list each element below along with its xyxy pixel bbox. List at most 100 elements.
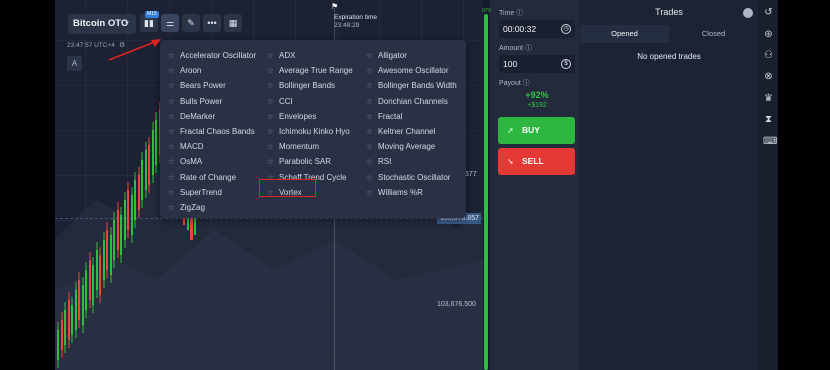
indicator-item[interactable]: ☆ ZigZag [168, 200, 256, 215]
indicator-item[interactable]: ☆ Aroon [168, 63, 256, 78]
star-icon[interactable]: ☆ [267, 66, 275, 75]
star-icon[interactable]: ☆ [366, 97, 374, 106]
keyboard-icon[interactable]: ⌨ [763, 136, 777, 147]
star-icon[interactable]: ☆ [168, 157, 176, 166]
red-arrow-annotation [108, 39, 161, 61]
indicator-item[interactable]: ☆ Parabolic SAR [267, 154, 353, 169]
star-icon[interactable]: ☆ [366, 142, 374, 151]
indicator-label: OsMA [180, 157, 203, 167]
indicator-item[interactable]: ☆ MACD [168, 139, 256, 154]
indicator-item[interactable]: ☆ Alligator [366, 48, 457, 63]
candle-body [137, 175, 140, 210]
indicator-item[interactable]: ☆ SuperTrend [168, 185, 256, 200]
indicator-label: SuperTrend [180, 187, 222, 197]
star-icon[interactable]: ☆ [267, 157, 275, 166]
dollar-icon[interactable]: $ [561, 59, 571, 69]
clock-icon[interactable]: ◷ [561, 24, 571, 34]
asset-selector[interactable]: Bitcoin OTC ▼ [68, 14, 136, 34]
more-button[interactable]: ••• [203, 14, 221, 32]
star-icon[interactable]: ☆ [267, 97, 275, 106]
indicator-item[interactable]: ☆ Accelerator Oscillator [168, 48, 256, 63]
amount-input[interactable]: 100 $ [499, 55, 575, 73]
hourglass-icon[interactable]: ⧗ [763, 114, 774, 125]
indicator-item[interactable]: ☆ CCI [267, 94, 353, 109]
time-input[interactable]: 00:00:32 ◷ [499, 20, 575, 38]
sell-button[interactable]: ➘ SELL [498, 148, 575, 175]
indicator-item[interactable]: ☆ OsMA [168, 154, 256, 169]
star-icon[interactable]: ☆ [366, 112, 374, 121]
indicator-item[interactable]: ☆ Fractal [366, 109, 457, 124]
indicator-item[interactable]: ☆ Bollinger Bands Width [366, 78, 457, 93]
price-chart[interactable]: 103,678.857 103,676.500 677 Bitcoin OTC … [55, 0, 483, 370]
indicator-item[interactable]: ☆ Bulls Power [168, 94, 256, 109]
indicator-item[interactable]: ☆ Rate of Change [168, 170, 256, 185]
star-icon[interactable]: ☆ [168, 173, 176, 182]
layout-button[interactable]: ▦ [224, 14, 242, 32]
star-icon[interactable]: ☆ [168, 97, 176, 106]
candle [144, 142, 147, 198]
payout-display: +92% +$192 [499, 89, 575, 113]
indicator-item[interactable]: ☆ Momentum [267, 139, 353, 154]
star-icon[interactable]: ☆ [168, 81, 176, 90]
indicator-item[interactable]: ☆ ADX [267, 48, 353, 63]
indicator-item[interactable]: ☆ Donchian Channels [366, 94, 457, 109]
indicator-item[interactable]: ☆ Stochastic Oscillator [366, 170, 457, 185]
chevron-down-icon: ▼ [124, 21, 130, 27]
indicator-item[interactable]: ☆ Keltner Channel [366, 124, 457, 139]
text-size-button[interactable]: A [67, 56, 82, 71]
expiration-label: Expiration time [334, 14, 377, 21]
drawing-tools-button[interactable]: ✎ [182, 14, 200, 32]
indicator-label: Fractal Chaos Bands [180, 127, 255, 137]
history-icon[interactable]: ↺ [763, 7, 774, 18]
star-icon[interactable]: ☆ [168, 51, 176, 60]
indicators-column-1: ☆ Accelerator Oscillator ☆ Aroon ☆ Bears Powe… [168, 48, 256, 215]
star-icon[interactable]: ☆ [366, 81, 374, 90]
candle-body [99, 255, 102, 295]
star-icon[interactable]: ☆ [168, 203, 176, 212]
candle [137, 167, 140, 218]
trophy-icon[interactable]: ♛ [763, 93, 774, 104]
candle [99, 247, 102, 303]
star-icon[interactable]: ☆ [366, 51, 374, 60]
candle [109, 227, 112, 283]
buy-label: BUY [522, 125, 540, 135]
indicator-item[interactable]: ☆ Envelopes [267, 109, 353, 124]
star-icon[interactable]: ☆ [366, 188, 374, 197]
help-icon: ⓘ [522, 80, 530, 87]
indicator-item[interactable]: ☆ DeMarker [168, 109, 256, 124]
price-level-label: 103,676.500 [437, 301, 476, 308]
star-icon[interactable]: ☆ [168, 188, 176, 197]
candle [113, 212, 116, 268]
star-icon[interactable]: ☆ [366, 173, 374, 182]
users-icon[interactable]: ⚇ [763, 50, 774, 61]
tab-closed[interactable]: Closed [669, 25, 758, 43]
star-icon[interactable]: ☆ [366, 157, 374, 166]
star-icon[interactable]: ☆ [168, 127, 176, 136]
star-icon[interactable]: ☆ [267, 81, 275, 90]
star-icon[interactable]: ☆ [366, 66, 374, 75]
star-icon[interactable]: ☆ [267, 127, 275, 136]
close-circle-icon[interactable]: ⊗ [763, 71, 774, 82]
star-icon[interactable]: ☆ [168, 66, 176, 75]
tab-opened[interactable]: Opened [580, 25, 669, 43]
indicator-item[interactable]: ☆ Bollinger Bands [267, 78, 353, 93]
indicator-item[interactable]: ☆ Ichimoku Kinko Hyo [267, 124, 353, 139]
indicator-item[interactable]: ☆ Bears Power [168, 78, 256, 93]
star-icon[interactable]: ☆ [366, 127, 374, 136]
indicator-item[interactable]: ☆ RSI [366, 154, 457, 169]
indicator-item[interactable]: ☆ Awesome Oscillator [366, 63, 457, 78]
star-icon[interactable]: ☆ [168, 112, 176, 121]
star-icon[interactable]: ☆ [267, 112, 275, 121]
star-icon[interactable]: ☆ [267, 51, 275, 60]
indicator-item[interactable]: ☆ Fractal Chaos Bands [168, 124, 256, 139]
settings-icon[interactable] [743, 8, 753, 18]
indicator-item[interactable]: ☆ Williams %R [366, 185, 457, 200]
buy-button[interactable]: ➚ BUY [498, 117, 575, 144]
indicator-item[interactable]: ☆ Average True Range [267, 63, 353, 78]
signal-icon[interactable]: ⊛ [763, 29, 774, 40]
indicators-button[interactable]: ⚌ [161, 14, 179, 32]
indicator-label: Donchian Channels [378, 96, 448, 106]
indicator-item[interactable]: ☆ Moving Average [366, 139, 457, 154]
star-icon[interactable]: ☆ [267, 142, 275, 151]
star-icon[interactable]: ☆ [168, 142, 176, 151]
